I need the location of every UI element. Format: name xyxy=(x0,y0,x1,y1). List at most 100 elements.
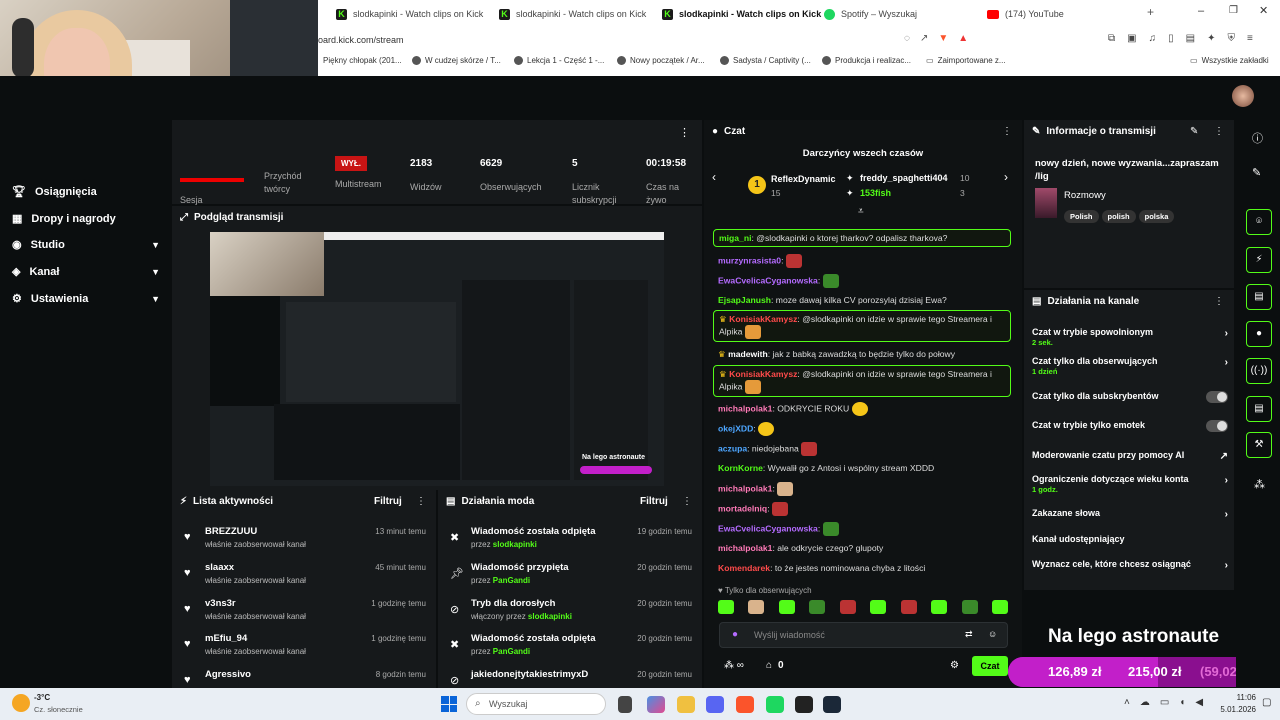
translate-icon[interactable]: ⇄ xyxy=(965,629,973,640)
activity-user[interactable]: Agressivo xyxy=(205,669,251,680)
bookmark[interactable]: Piękny chłopak (201... xyxy=(323,56,402,65)
infinity-icon[interactable]: ⁂ ∞ xyxy=(724,660,744,671)
notification-icon[interactable]: ▢ xyxy=(1262,697,1271,708)
activity-user[interactable]: v3ns3r xyxy=(205,598,236,609)
more-options-icon[interactable]: ⋮ xyxy=(1214,126,1224,137)
copilot-icon[interactable] xyxy=(647,696,665,713)
emote-icon[interactable] xyxy=(778,600,795,614)
rail-more-icon[interactable]: ⁂ xyxy=(1254,478,1265,491)
edit-icon[interactable]: ✎ xyxy=(1190,126,1198,137)
clock-time[interactable]: 11:06 xyxy=(1220,693,1256,702)
avatar[interactable] xyxy=(1232,85,1254,107)
category-thumbnail[interactable] xyxy=(1035,188,1057,218)
bookmark[interactable]: Produkcja i realizac... xyxy=(822,56,911,65)
emote-icon[interactable] xyxy=(900,600,917,614)
emote-icon[interactable] xyxy=(748,600,765,614)
collapse-icon[interactable]: ⩡ xyxy=(858,206,864,217)
obs-icon[interactable] xyxy=(795,696,813,713)
brave-icon[interactable] xyxy=(736,696,754,713)
tag[interactable]: polish xyxy=(1101,210,1136,223)
filter-button[interactable]: Filtruj xyxy=(374,496,402,507)
address-bar[interactable]: oard.kick.com/stream xyxy=(318,30,998,50)
ai-icon[interactable]: ✦ xyxy=(1207,33,1215,44)
clock-date[interactable]: 5.01.2026 xyxy=(1206,705,1256,714)
points-counter[interactable]: ⌂ 0 xyxy=(766,660,784,671)
all-bookmarks[interactable]: ▭ Wszystkie zakładki xyxy=(1190,56,1269,65)
send-chat-button[interactable]: Czat xyxy=(972,656,1008,676)
chat-username[interactable]: madewith xyxy=(728,349,768,359)
sidebar-item-channel[interactable]: ◈ Kanał ▼ xyxy=(12,265,160,279)
chat-username[interactable]: EwaCvelicaCyganowska xyxy=(718,275,818,285)
microphone-icon[interactable]: ◖ xyxy=(1179,697,1185,708)
chat-username[interactable]: michalpolak1 xyxy=(718,543,772,553)
activity-user[interactable]: BREZZUUU xyxy=(205,526,257,537)
info-icon[interactable]: ⓘ xyxy=(1252,130,1263,146)
leader-name[interactable]: freddy_spaghetti404 xyxy=(860,173,948,183)
bookmark[interactable]: Lekcja 1 - Część 1 -... xyxy=(514,56,604,65)
followers-only-setting[interactable]: Czat tylko dla obserwujących 1 dzień › xyxy=(1032,356,1228,376)
chat-username[interactable]: Komendarek xyxy=(718,563,770,573)
more-options-icon[interactable]: ⋮ xyxy=(1002,126,1012,137)
more-options-icon[interactable]: ⋮ xyxy=(416,496,426,507)
chat-username[interactable]: okejXDD xyxy=(718,423,753,433)
emote-icon[interactable] xyxy=(931,600,948,614)
rail-button-list[interactable]: ▤ xyxy=(1246,396,1272,422)
category-name[interactable]: Rozmowy xyxy=(1064,190,1106,201)
tray-chevron-icon[interactable]: ˄ xyxy=(1124,697,1130,708)
chat-username[interactable]: KornKorne xyxy=(718,463,763,473)
chat-username[interactable]: miga_ni xyxy=(719,233,751,243)
share-icon[interactable]: ↗ xyxy=(920,33,928,47)
bookmark[interactable]: W cudzej skórze / T... xyxy=(412,56,501,65)
more-options-icon[interactable]: ⋮ xyxy=(682,496,692,507)
rail-button-broadcast[interactable]: ((·)) xyxy=(1246,358,1272,384)
chevron-right-icon[interactable]: › xyxy=(1004,170,1008,184)
bookmark[interactable]: Nowy początek / Ar... xyxy=(617,56,705,65)
account-age-setting[interactable]: Ograniczenie dotyczące wieku konta 1 godz… xyxy=(1032,474,1228,494)
chat-username[interactable]: EjsapJanush xyxy=(718,295,771,305)
ai-moderation-setting[interactable]: Moderowanie czatu przy pomocy AI ↗ xyxy=(1032,450,1228,462)
weather-temp[interactable]: -3°C xyxy=(34,693,50,702)
filter-button[interactable]: Filtruj xyxy=(640,496,668,507)
sidebar-item-achievements[interactable]: 🏆︎ Osiągnięcia xyxy=(12,185,160,199)
save-icon[interactable]: ▣ xyxy=(1127,33,1136,44)
sidebar-item-drops[interactable]: ▦ Dropy i nagrody xyxy=(12,212,160,226)
mod-action-moderator[interactable]: slodkapinki xyxy=(528,612,572,621)
network-icon[interactable]: ▭ xyxy=(1160,697,1169,708)
browser-tab[interactable]: (174) YouTube xyxy=(987,4,1064,24)
taskbar-search[interactable]: ⌕ Wyszukaj xyxy=(466,693,606,715)
bookmark-folder[interactable]: ▭ Zaimportowane z... xyxy=(926,56,1006,65)
rail-button-bolt[interactable]: ⚡︎ xyxy=(1246,247,1272,273)
microphone-icon[interactable]: ● xyxy=(732,629,738,640)
more-options-icon[interactable]: ⋮ xyxy=(679,126,690,139)
slow-mode-setting[interactable]: Czat w trybie spowolnionym 2 sek. › xyxy=(1032,327,1228,347)
browser-tab[interactable]: K slodkapinki - Watch clips on Kick xyxy=(499,4,646,24)
rail-button-doc[interactable]: ▤ xyxy=(1246,284,1272,310)
close-icon[interactable]: ✕ xyxy=(1259,4,1268,17)
maximize-icon[interactable]: ❐ xyxy=(1229,5,1238,16)
leader-name[interactable]: 153fish xyxy=(860,188,891,198)
mod-action-moderator[interactable]: PanGandi xyxy=(493,576,530,585)
browser-tab[interactable]: Spotify – Wyszukaj xyxy=(824,4,917,24)
activity-user[interactable]: mEfiu_94 xyxy=(205,633,247,644)
activity-user[interactable]: slaaxx xyxy=(205,562,234,573)
rail-button-camera[interactable]: ⌾ xyxy=(1246,209,1272,235)
menu-icon[interactable]: ≡ xyxy=(1247,33,1253,44)
vpn-icon[interactable]: ⛨ xyxy=(1227,33,1235,44)
chat-username[interactable]: EwaCvelicaCyganowska xyxy=(718,523,818,533)
browser-tab-active[interactable]: K slodkapinki - Watch clips on Kick xyxy=(662,4,821,24)
weather-desc[interactable]: Cz. słonecznie xyxy=(34,705,83,714)
new-tab-icon[interactable]: + xyxy=(1147,5,1154,19)
emote-icon[interactable] xyxy=(870,600,887,614)
rail-button-chat[interactable]: ● xyxy=(1246,321,1272,347)
minimize-icon[interactable]: – xyxy=(1198,5,1204,17)
extensions-icon[interactable]: ⧉ xyxy=(1108,33,1115,44)
emote-icon[interactable] xyxy=(809,600,826,614)
discord-icon[interactable] xyxy=(706,696,724,713)
steam-icon[interactable] xyxy=(823,696,841,713)
bookmark[interactable]: Sadysta / Captivity (... xyxy=(720,56,811,65)
mod-action-moderator[interactable]: PanGandi xyxy=(493,647,530,656)
chat-input[interactable]: ● Wyślij wiadomość ⇄ ☺ xyxy=(719,622,1008,648)
volume-icon[interactable]: ◀ xyxy=(1195,697,1203,708)
spotify-icon[interactable] xyxy=(766,696,784,713)
banned-words-setting[interactable]: Zakazane słowa › xyxy=(1032,508,1228,520)
